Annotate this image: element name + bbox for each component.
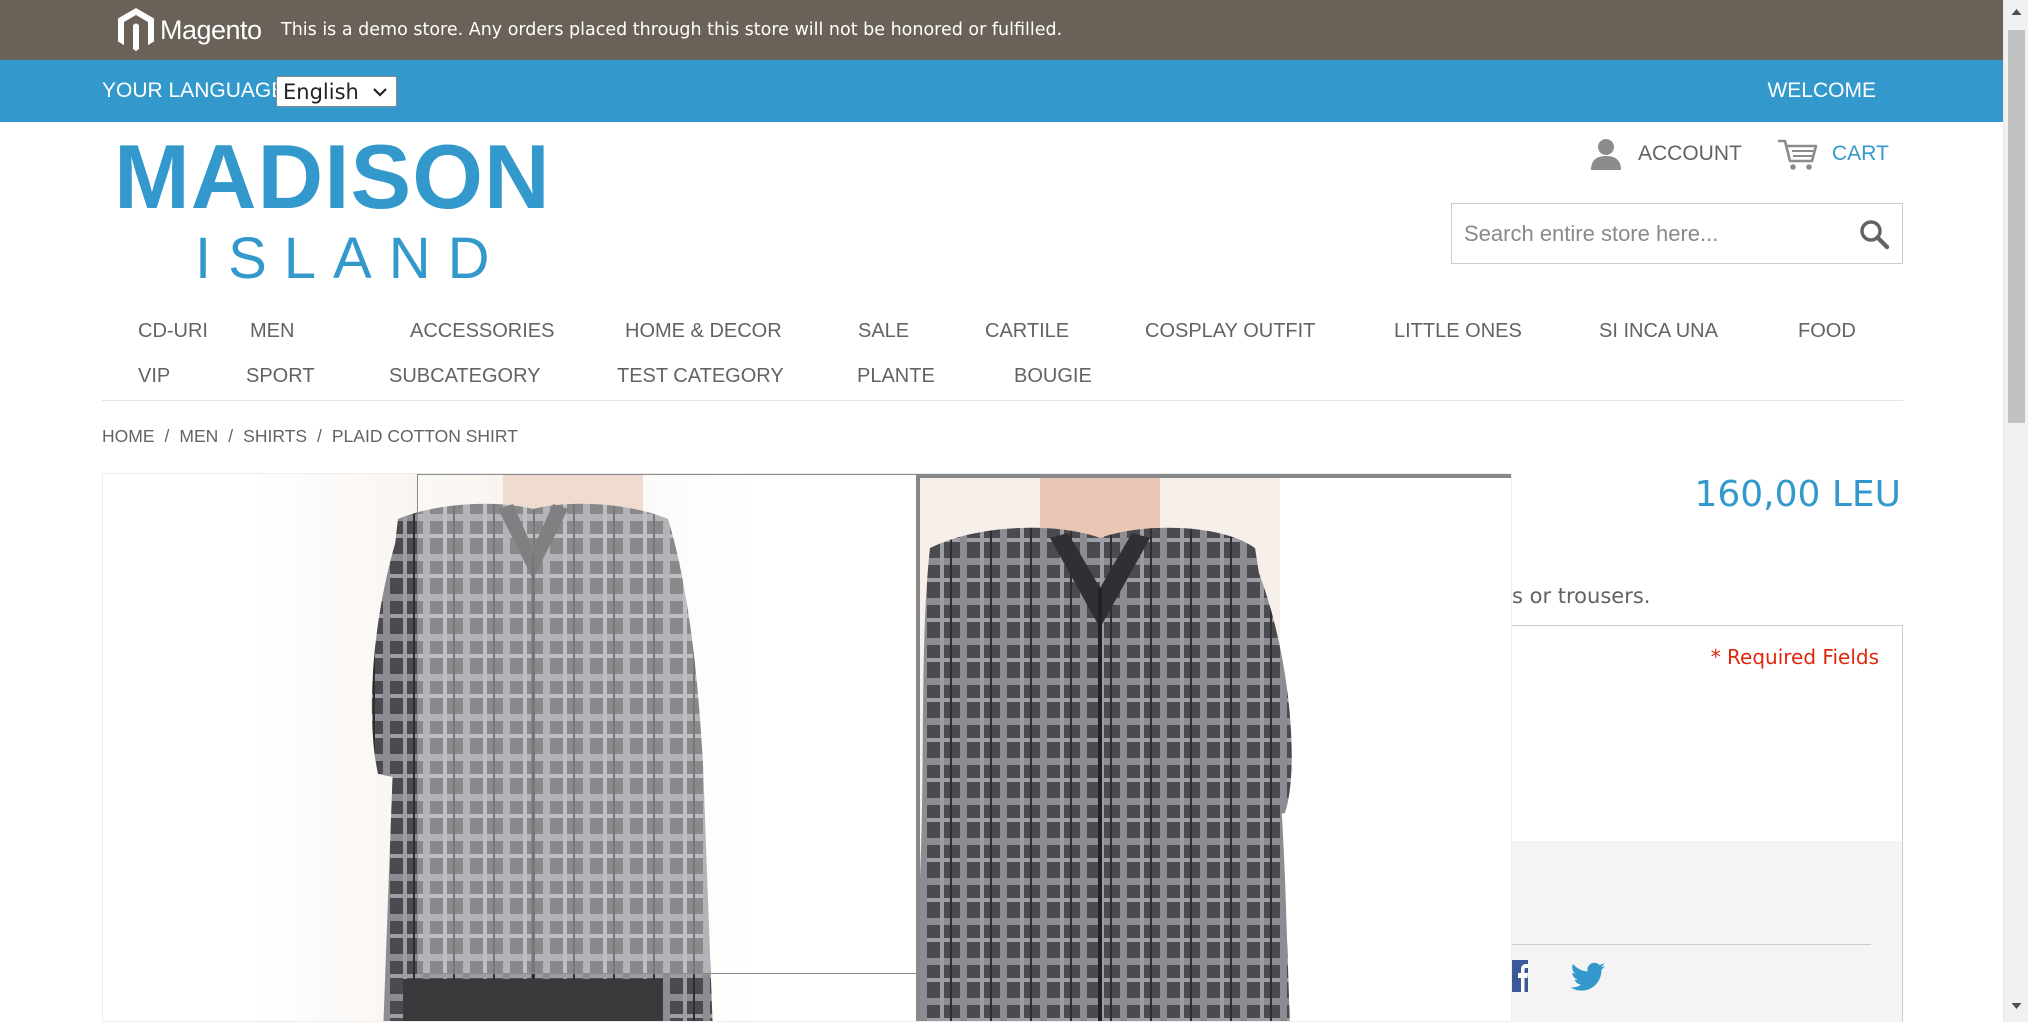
scroll-down-arrow-icon[interactable] (2011, 1002, 2022, 1010)
nav-item-cd-uri[interactable]: CD-URI (138, 320, 208, 343)
cart-icon (1778, 139, 1818, 170)
search-icon (1860, 220, 1890, 250)
breadcrumb: HOME / MEN / SHIRTS / PLAID COTTON SHIRT (102, 426, 518, 447)
breadcrumb-current: PLAID COTTON SHIRT (331, 426, 518, 446)
nav-item-vip[interactable]: VIP (138, 365, 170, 388)
nav-item-si-inca-una[interactable]: SI INCA UNA (1599, 320, 1718, 343)
vertical-scrollbar[interactable] (2003, 0, 2028, 1022)
scroll-up-arrow-icon[interactable] (2011, 8, 2022, 16)
breadcrumb-separator: / (164, 426, 170, 446)
breadcrumb-separator: / (228, 426, 234, 446)
required-fields-note: * Required Fields (1710, 645, 1879, 669)
language-label: YOUR LANGUAGE: (102, 79, 292, 102)
zoom-window (916, 474, 1511, 1021)
zoom-lens (417, 474, 918, 974)
nav-item-subcategory[interactable]: SUBCATEGORY (389, 365, 541, 388)
nav-item-little-ones[interactable]: LITTLE ONES (1394, 320, 1522, 343)
nav-item-accessories[interactable]: ACCESSORIES (410, 320, 554, 343)
scrollbar-thumb[interactable] (2008, 30, 2025, 423)
product-options-box: * Required Fields (1512, 625, 1903, 842)
magento-logo-icon (118, 8, 154, 51)
account-link[interactable]: ACCOUNT (1588, 137, 1742, 171)
breadcrumb-home[interactable]: HOME (102, 426, 155, 446)
nav-item-men[interactable]: MEN (250, 320, 294, 343)
chevron-down-icon (373, 88, 387, 97)
store-logo[interactable]: MADISON ISLAND (114, 128, 550, 292)
nav-item-home-decor[interactable]: HOME & DECOR (625, 320, 782, 343)
welcome-message: WELCOME (1767, 79, 1876, 102)
twitter-icon[interactable] (1570, 962, 1606, 992)
nav-item-sport[interactable]: SPORT (246, 365, 315, 388)
zoom-image (920, 478, 1511, 1021)
magento-brand-text: Magento (160, 14, 262, 45)
nav-item-sale[interactable]: SALE (858, 320, 909, 343)
language-select[interactable]: English (276, 76, 397, 107)
add-to-cart-box (1512, 841, 1903, 1022)
breadcrumb-shirts[interactable]: SHIRTS (243, 426, 307, 446)
product-price: 160,00 LEU (1694, 474, 1901, 515)
demo-notice-bar: Magento This is a demo store. Any orders… (0, 0, 2003, 60)
divider (1512, 944, 1871, 945)
demo-notice-text: This is a demo store. Any orders placed … (281, 20, 1063, 40)
nav-item-plante[interactable]: PLANTE (857, 365, 935, 388)
logo-text-madison: MADISON (114, 127, 551, 228)
facebook-icon[interactable] (1512, 960, 1528, 992)
cart-label: CART (1832, 142, 1889, 165)
product-short-description: s or trousers. (1512, 584, 1651, 608)
user-icon (1591, 139, 1621, 170)
account-label: ACCOUNT (1638, 142, 1742, 165)
magento-logo: Magento (116, 7, 262, 53)
product-image-area (102, 473, 1512, 1022)
language-selected-value: English (283, 79, 359, 104)
logo-text-island: ISLAND (195, 226, 507, 291)
nav-item-cartile[interactable]: CARTILE (985, 320, 1069, 343)
nav-item-test-category[interactable]: TEST CATEGORY (617, 365, 784, 388)
nav-divider (102, 400, 1903, 401)
language-bar: YOUR LANGUAGE: English WELCOME (0, 60, 2003, 122)
nav-item-bougie[interactable]: BOUGIE (1014, 365, 1092, 388)
nav-item-food[interactable]: FOOD (1798, 320, 1856, 343)
nav-item-cosplay-outfit[interactable]: COSPLAY OUTFIT (1145, 320, 1315, 343)
cart-link[interactable]: CART (1776, 137, 1889, 171)
breadcrumb-separator: / (317, 426, 322, 446)
search-input[interactable] (1464, 218, 1844, 250)
breadcrumb-men[interactable]: MEN (179, 426, 218, 446)
search-button[interactable] (1858, 218, 1890, 250)
search-box (1451, 203, 1903, 264)
